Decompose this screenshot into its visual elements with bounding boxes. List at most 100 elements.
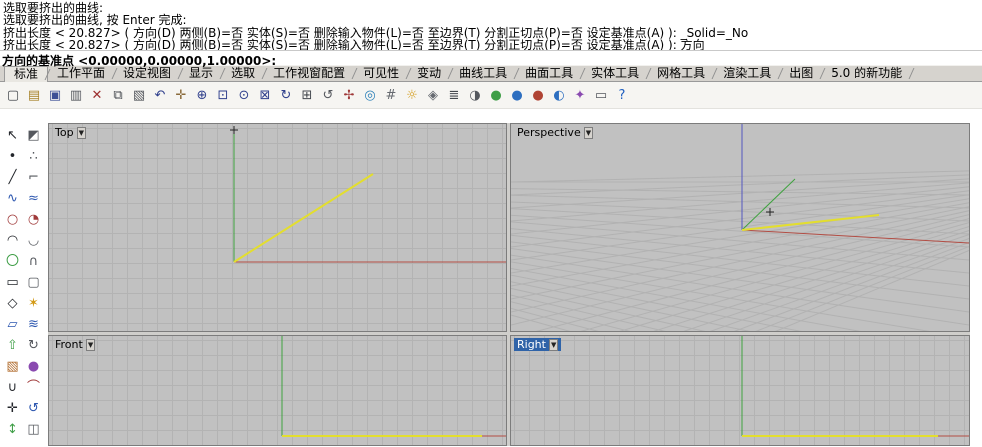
extrude-curve[interactable] bbox=[233, 173, 374, 263]
selection-filter-tool[interactable]: ◩ bbox=[24, 125, 44, 145]
select-tool[interactable]: ↖ bbox=[3, 125, 23, 145]
chevron-down-icon[interactable]: ▼ bbox=[85, 338, 96, 351]
ghosted-view-button[interactable]: ◐ bbox=[549, 84, 569, 106]
fillet-tool[interactable]: ⌒ bbox=[24, 377, 44, 397]
boolean-tool[interactable]: ∪ bbox=[3, 377, 23, 397]
menu-tab-set-view[interactable]: 设定视图 bbox=[114, 66, 180, 81]
render-button[interactable]: ● bbox=[486, 84, 506, 106]
toolbar-icon: ◐ bbox=[553, 87, 565, 103]
copy-button[interactable]: ⧉ bbox=[108, 84, 128, 106]
menu-tab-surface-tools[interactable]: 曲面工具 bbox=[516, 66, 582, 81]
menu-tab-standard[interactable]: 标准 bbox=[4, 65, 49, 82]
conic-tool[interactable]: ∩ bbox=[24, 251, 44, 271]
palette-icon: ⌒ bbox=[26, 379, 40, 395]
menu-tab-mesh-tools[interactable]: 网格工具 bbox=[648, 66, 714, 81]
chevron-down-icon[interactable]: ▼ bbox=[76, 126, 86, 139]
palette-icon: ✛ bbox=[7, 400, 18, 416]
toolbar-icon: ● bbox=[532, 87, 544, 103]
save-button[interactable]: ▣ bbox=[45, 84, 65, 106]
star-tool[interactable]: ✶ bbox=[24, 293, 44, 313]
move-tool[interactable]: ✛ bbox=[3, 398, 23, 418]
chevron-down-icon[interactable]: ▼ bbox=[548, 338, 559, 351]
box-tool[interactable]: ▧ bbox=[3, 356, 23, 376]
menu-tab-drafting[interactable]: 出图 bbox=[780, 66, 822, 81]
surface-tool[interactable]: ▱ bbox=[3, 314, 23, 334]
left-tool-palette: ↖ ◩ • ∴ ╱ ⌐ ∿ ≈ ○ ◔ ◠ ◡ 〇 ∩ ▭ ▢ ◇ ✶ ▱ ≋ ⇧ ↻ ▧ ● ∪ ⌒ ✛ ↺ ↕ ◫ bbox=[0, 123, 46, 446]
zoom-selected-button[interactable]: ⊙ bbox=[234, 84, 254, 106]
viewport-top[interactable]: Top ▼ bbox=[48, 123, 507, 332]
arc-3pt-tool[interactable]: ◡ bbox=[24, 230, 44, 250]
paste-button[interactable]: ▧ bbox=[129, 84, 149, 106]
circle-tool[interactable]: ○ bbox=[3, 209, 23, 229]
undo-button[interactable]: ↶ bbox=[150, 84, 170, 106]
rotate-tool[interactable]: ↺ bbox=[24, 398, 44, 418]
viewport-right[interactable]: Right ▼ bbox=[510, 335, 970, 446]
toolbar-icon: ◑ bbox=[469, 87, 481, 103]
point-tool[interactable]: • bbox=[3, 146, 23, 166]
four-viewports-button[interactable]: ⊞ bbox=[297, 84, 317, 106]
viewport-front[interactable]: Front ▼ bbox=[48, 335, 507, 446]
menu-tab-select[interactable]: 选取 bbox=[222, 66, 264, 81]
shaded-view-button[interactable]: ● bbox=[528, 84, 548, 106]
toolbar-icon: ⊞ bbox=[301, 87, 313, 103]
viewport-front-title[interactable]: Front ▼ bbox=[52, 338, 98, 351]
plugin-button[interactable]: ✦ bbox=[570, 84, 590, 106]
palette-icon: ▱ bbox=[7, 316, 18, 332]
layers-button[interactable]: ≣ bbox=[444, 84, 464, 106]
menu-tab-bar: 标准 工作平面 设定视图 显示 选取 工作视窗配置 可见性 变动 曲线工具 曲面工具 实体工具 网格工… bbox=[0, 65, 982, 82]
interpolate-curve-tool[interactable]: ≈ bbox=[24, 188, 44, 208]
properties-button[interactable]: ▭ bbox=[591, 84, 611, 106]
extrude-tool[interactable]: ⇧ bbox=[3, 335, 23, 355]
menu-tab-visibility[interactable]: 可见性 bbox=[354, 66, 408, 81]
help-button[interactable]: ? bbox=[612, 84, 632, 106]
scale-tool[interactable]: ↕ bbox=[3, 419, 23, 439]
zoom-window-button[interactable]: ⊡ bbox=[213, 84, 233, 106]
viewport-perspective[interactable]: Perspective ▼ bbox=[510, 123, 970, 332]
line-segments-tool[interactable]: ⌐ bbox=[24, 167, 44, 187]
rectangle-tool[interactable]: ▭ bbox=[3, 272, 23, 292]
ellipse-tool[interactable]: 〇 bbox=[3, 251, 23, 271]
arc-tool[interactable]: ◠ bbox=[3, 230, 23, 250]
polygon-tool[interactable]: ◇ bbox=[3, 293, 23, 313]
viewport-top-title[interactable]: Top ▼ bbox=[52, 126, 89, 139]
circle-3pt-tool[interactable]: ◔ bbox=[24, 209, 44, 229]
viewport-right-title[interactable]: Right ▼ bbox=[514, 338, 562, 351]
menu-tab-label: 可见性 bbox=[363, 66, 400, 80]
menu-tab-display[interactable]: 显示 bbox=[180, 66, 222, 81]
delete-button[interactable]: ✕ bbox=[87, 84, 107, 106]
zoom-dynamic-button[interactable]: ⊕ bbox=[192, 84, 212, 106]
open-file-button[interactable]: ▤ bbox=[24, 84, 44, 106]
grid-snap-button[interactable]: # bbox=[381, 84, 401, 106]
extrude-curve[interactable] bbox=[741, 214, 880, 231]
zoom-extents-button[interactable]: ⊠ bbox=[255, 84, 275, 106]
point-cloud-tool[interactable]: ∴ bbox=[24, 146, 44, 166]
rotate-view-button[interactable]: ↻ bbox=[276, 84, 296, 106]
record-history-button[interactable]: ☼ bbox=[402, 84, 422, 106]
display-mode-button[interactable]: ◑ bbox=[465, 84, 485, 106]
revolve-tool[interactable]: ↻ bbox=[24, 335, 44, 355]
move-button[interactable]: ✢ bbox=[339, 84, 359, 106]
osnap-button[interactable]: ◎ bbox=[360, 84, 380, 106]
menu-tab-solid-tools[interactable]: 实体工具 bbox=[582, 66, 648, 81]
command-prompt-input[interactable]: 方向的基准点 <0.00000,0.00000,1.00000>: bbox=[0, 50, 982, 68]
menu-tab-new-in-v5[interactable]: 5.0 的新功能 bbox=[822, 66, 911, 81]
chevron-down-icon[interactable]: ▼ bbox=[583, 126, 594, 139]
sphere-tool[interactable]: ● bbox=[24, 356, 44, 376]
render-preview-button[interactable]: ● bbox=[507, 84, 527, 106]
curve-tool[interactable]: ∿ bbox=[3, 188, 23, 208]
rounded-rectangle-tool[interactable]: ▢ bbox=[24, 272, 44, 292]
loft-tool[interactable]: ≋ bbox=[24, 314, 44, 334]
menu-tab-transform[interactable]: 变动 bbox=[408, 66, 450, 81]
lock-button[interactable]: ◈ bbox=[423, 84, 443, 106]
menu-tab-cplane[interactable]: 工作平面 bbox=[48, 66, 114, 81]
undo-view-button[interactable]: ↺ bbox=[318, 84, 338, 106]
print-button[interactable]: ▥ bbox=[66, 84, 86, 106]
viewport-perspective-title[interactable]: Perspective ▼ bbox=[514, 126, 596, 139]
mirror-tool[interactable]: ◫ bbox=[24, 419, 44, 439]
menu-tab-viewport-layout[interactable]: 工作视窗配置 bbox=[264, 66, 354, 81]
pan-button[interactable]: ✛ bbox=[171, 84, 191, 106]
menu-tab-curve-tools[interactable]: 曲线工具 bbox=[450, 66, 516, 81]
menu-tab-render-tools[interactable]: 渲染工具 bbox=[714, 66, 780, 81]
new-file-button[interactable]: ▢ bbox=[3, 84, 23, 106]
polyline-tool[interactable]: ╱ bbox=[3, 167, 23, 187]
